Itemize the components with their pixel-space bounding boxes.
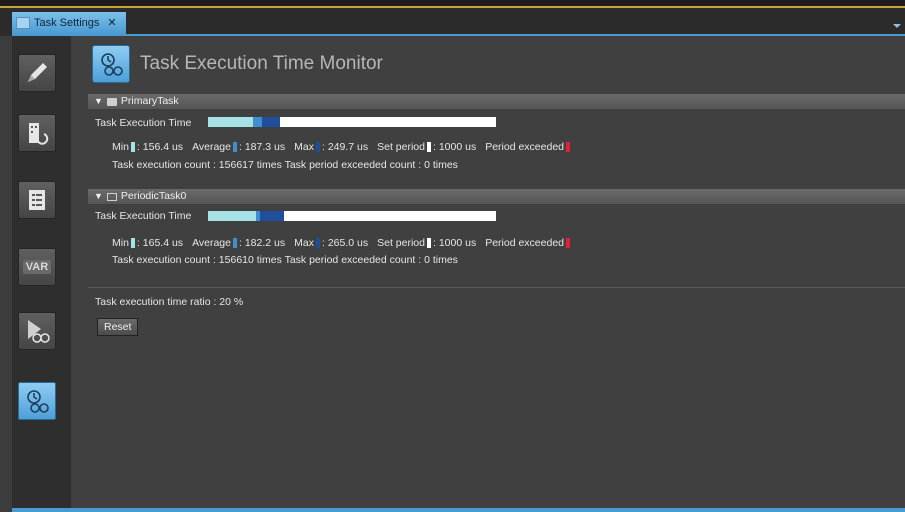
max-swatch <box>315 142 320 152</box>
exec-time-label: Task Execution Time <box>95 117 192 129</box>
average-label: Average <box>192 237 231 249</box>
pencil-icon <box>24 60 50 86</box>
min-label: Min <box>112 237 129 249</box>
collapse-triangle-icon[interactable]: ▼ <box>94 94 103 109</box>
min-swatch <box>130 142 135 152</box>
tab-task-settings[interactable]: Task Settings ✕ <box>12 12 126 34</box>
min-value: 156.4 us <box>142 141 184 153</box>
execution-watch-icon <box>23 317 51 345</box>
exec-time-label: Task Execution Time <box>95 210 192 222</box>
set-period-label: Set period <box>377 141 425 153</box>
bottom-border <box>12 508 905 512</box>
max-value: 265.0 us <box>327 237 369 249</box>
min-segment <box>208 117 254 127</box>
task-stats: Min : 156.4 us Average : 187.3 us Max : … <box>112 141 572 153</box>
collapse-triangle-icon[interactable]: ▼ <box>94 189 103 204</box>
tab-bar <box>0 8 905 36</box>
exec-time-bar <box>208 117 496 127</box>
task-name: PrimaryTask <box>120 95 179 107</box>
min-swatch <box>130 238 135 248</box>
max-label: Max <box>294 141 314 153</box>
left-toolbar: VAR <box>12 36 71 512</box>
task-counts: Task execution count : 156617 times Task… <box>112 159 458 171</box>
task-monitor-icon <box>23 387 51 415</box>
variables-button[interactable]: VAR <box>18 248 56 286</box>
execution-watch-button[interactable] <box>18 312 56 350</box>
average-segment <box>253 117 262 127</box>
max-label: Max <box>294 237 314 249</box>
task-name: PeriodicTask0 <box>120 190 187 202</box>
task-section-header[interactable]: ▼ PrimaryTask <box>88 94 905 109</box>
top-strip <box>0 0 905 8</box>
document-icon <box>16 17 30 29</box>
average-value: 182.2 us <box>244 237 286 249</box>
close-icon[interactable]: ✕ <box>107 12 116 34</box>
exec-time-bar <box>208 211 496 221</box>
page-title: Task Execution Time Monitor <box>140 53 383 74</box>
divider <box>88 287 905 288</box>
building-icon <box>24 120 50 146</box>
max-swatch <box>315 238 320 248</box>
reset-button[interactable]: Reset <box>97 318 139 336</box>
set-period-value: 1000 us <box>438 141 477 153</box>
period-exceeded-swatch <box>566 238 571 248</box>
average-swatch <box>232 142 237 152</box>
task-section-header[interactable]: ▼ PeriodicTask0 <box>88 189 905 204</box>
window: Task Settings ✕ VAR Task Execution Time … <box>0 0 905 512</box>
average-label: Average <box>192 141 231 153</box>
set-period-swatch <box>426 142 431 152</box>
period-exceeded-label: Period exceeded <box>485 141 565 153</box>
tab-label: Task Settings <box>34 17 100 29</box>
period-exceeded-swatch <box>566 142 571 152</box>
folder-icon <box>106 97 117 106</box>
var-icon: VAR <box>22 260 52 274</box>
task-counts: Task execution count : 156610 times Task… <box>112 254 458 266</box>
min-segment <box>208 211 256 221</box>
pencil-button[interactable] <box>18 54 56 92</box>
set-period-value: 1000 us <box>438 237 477 249</box>
task-stats: Min : 165.4 us Average : 182.2 us Max : … <box>112 237 572 249</box>
building-button[interactable] <box>18 114 56 152</box>
set-period-swatch <box>426 238 431 248</box>
min-label: Min <box>112 141 129 153</box>
task-monitor-icon <box>92 45 130 83</box>
chevron-down-icon[interactable] <box>893 24 901 28</box>
execution-time-ratio: Task execution time ratio : 20 % <box>95 296 244 308</box>
set-period-label: Set period <box>377 237 425 249</box>
average-swatch <box>232 238 237 248</box>
period-exceeded-label: Period exceeded <box>485 237 565 249</box>
periodic-task-icon <box>106 192 117 201</box>
max-segment <box>260 211 285 221</box>
list-icon <box>24 187 50 213</box>
max-segment <box>261 117 280 127</box>
average-value: 187.3 us <box>244 141 286 153</box>
min-value: 165.4 us <box>142 237 184 249</box>
list-button[interactable] <box>18 181 56 219</box>
max-value: 249.7 us <box>327 141 369 153</box>
task-monitor-button[interactable] <box>18 382 56 420</box>
page-header: Task Execution Time Monitor <box>92 44 383 84</box>
